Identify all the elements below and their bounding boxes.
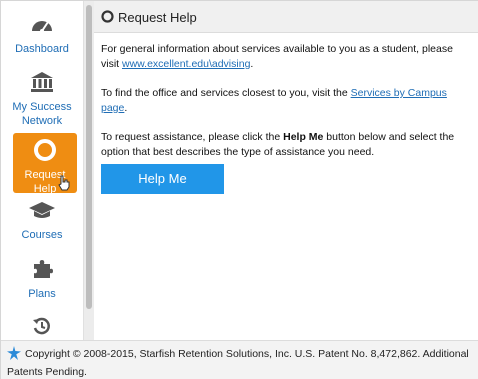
bank-icon xyxy=(1,71,83,97)
lifebuoy-icon xyxy=(13,139,77,165)
sidebar-item-label: Courses xyxy=(21,229,63,241)
sidebar-item-label: Network xyxy=(21,115,63,127)
history-icon xyxy=(1,316,83,340)
sidebar-scrollbar[interactable] xyxy=(83,1,94,340)
panel-header: Request Help xyxy=(94,1,478,33)
main-panel: Request Help For general information abo… xyxy=(94,1,478,340)
puzzle-icon xyxy=(1,258,83,284)
sidebar-item-plans[interactable]: Plans xyxy=(1,258,83,301)
starfish-logo-icon xyxy=(7,346,21,365)
sidebar-item-courses[interactable]: Courses xyxy=(1,201,83,242)
sidebar-item-label: My Success xyxy=(12,101,72,113)
lifebuoy-icon xyxy=(101,10,114,28)
sidebar-item-label: Dashboard xyxy=(15,43,69,55)
copyright-text: Copyright © 2008-2015, Starfish Retentio… xyxy=(7,348,469,378)
sidebar-item-dashboard[interactable]: Dashboard xyxy=(1,13,83,56)
sidebar-item-my-success-network[interactable]: My Success Network xyxy=(1,71,83,128)
page-title: Request Help xyxy=(118,10,197,25)
sidebar-item-request-help[interactable]: Request Help xyxy=(13,133,77,195)
sidebar-item-history[interactable] xyxy=(1,316,83,343)
app-frame: Dashboard My Success Network Request Hel… xyxy=(0,0,478,379)
info-paragraph: For general information about services a… xyxy=(101,43,453,70)
help-me-button[interactable]: Help Me xyxy=(101,164,224,194)
scrollbar-thumb[interactable] xyxy=(86,5,92,309)
advising-link[interactable]: www.excellent.edu\advising xyxy=(122,58,250,70)
graduation-cap-icon xyxy=(1,201,83,225)
hand-cursor-icon xyxy=(57,175,71,195)
panel-content: For general information about services a… xyxy=(101,42,473,174)
instructions-paragraph: To request assistance, please click the … xyxy=(101,131,455,158)
footer: Copyright © 2008-2015, Starfish Retentio… xyxy=(1,340,478,379)
dashboard-icon xyxy=(1,13,83,39)
campus-paragraph: To find the office and services closest … xyxy=(101,87,447,114)
sidebar-item-label: Plans xyxy=(28,288,56,300)
sidebar: Dashboard My Success Network Request Hel… xyxy=(1,1,83,340)
